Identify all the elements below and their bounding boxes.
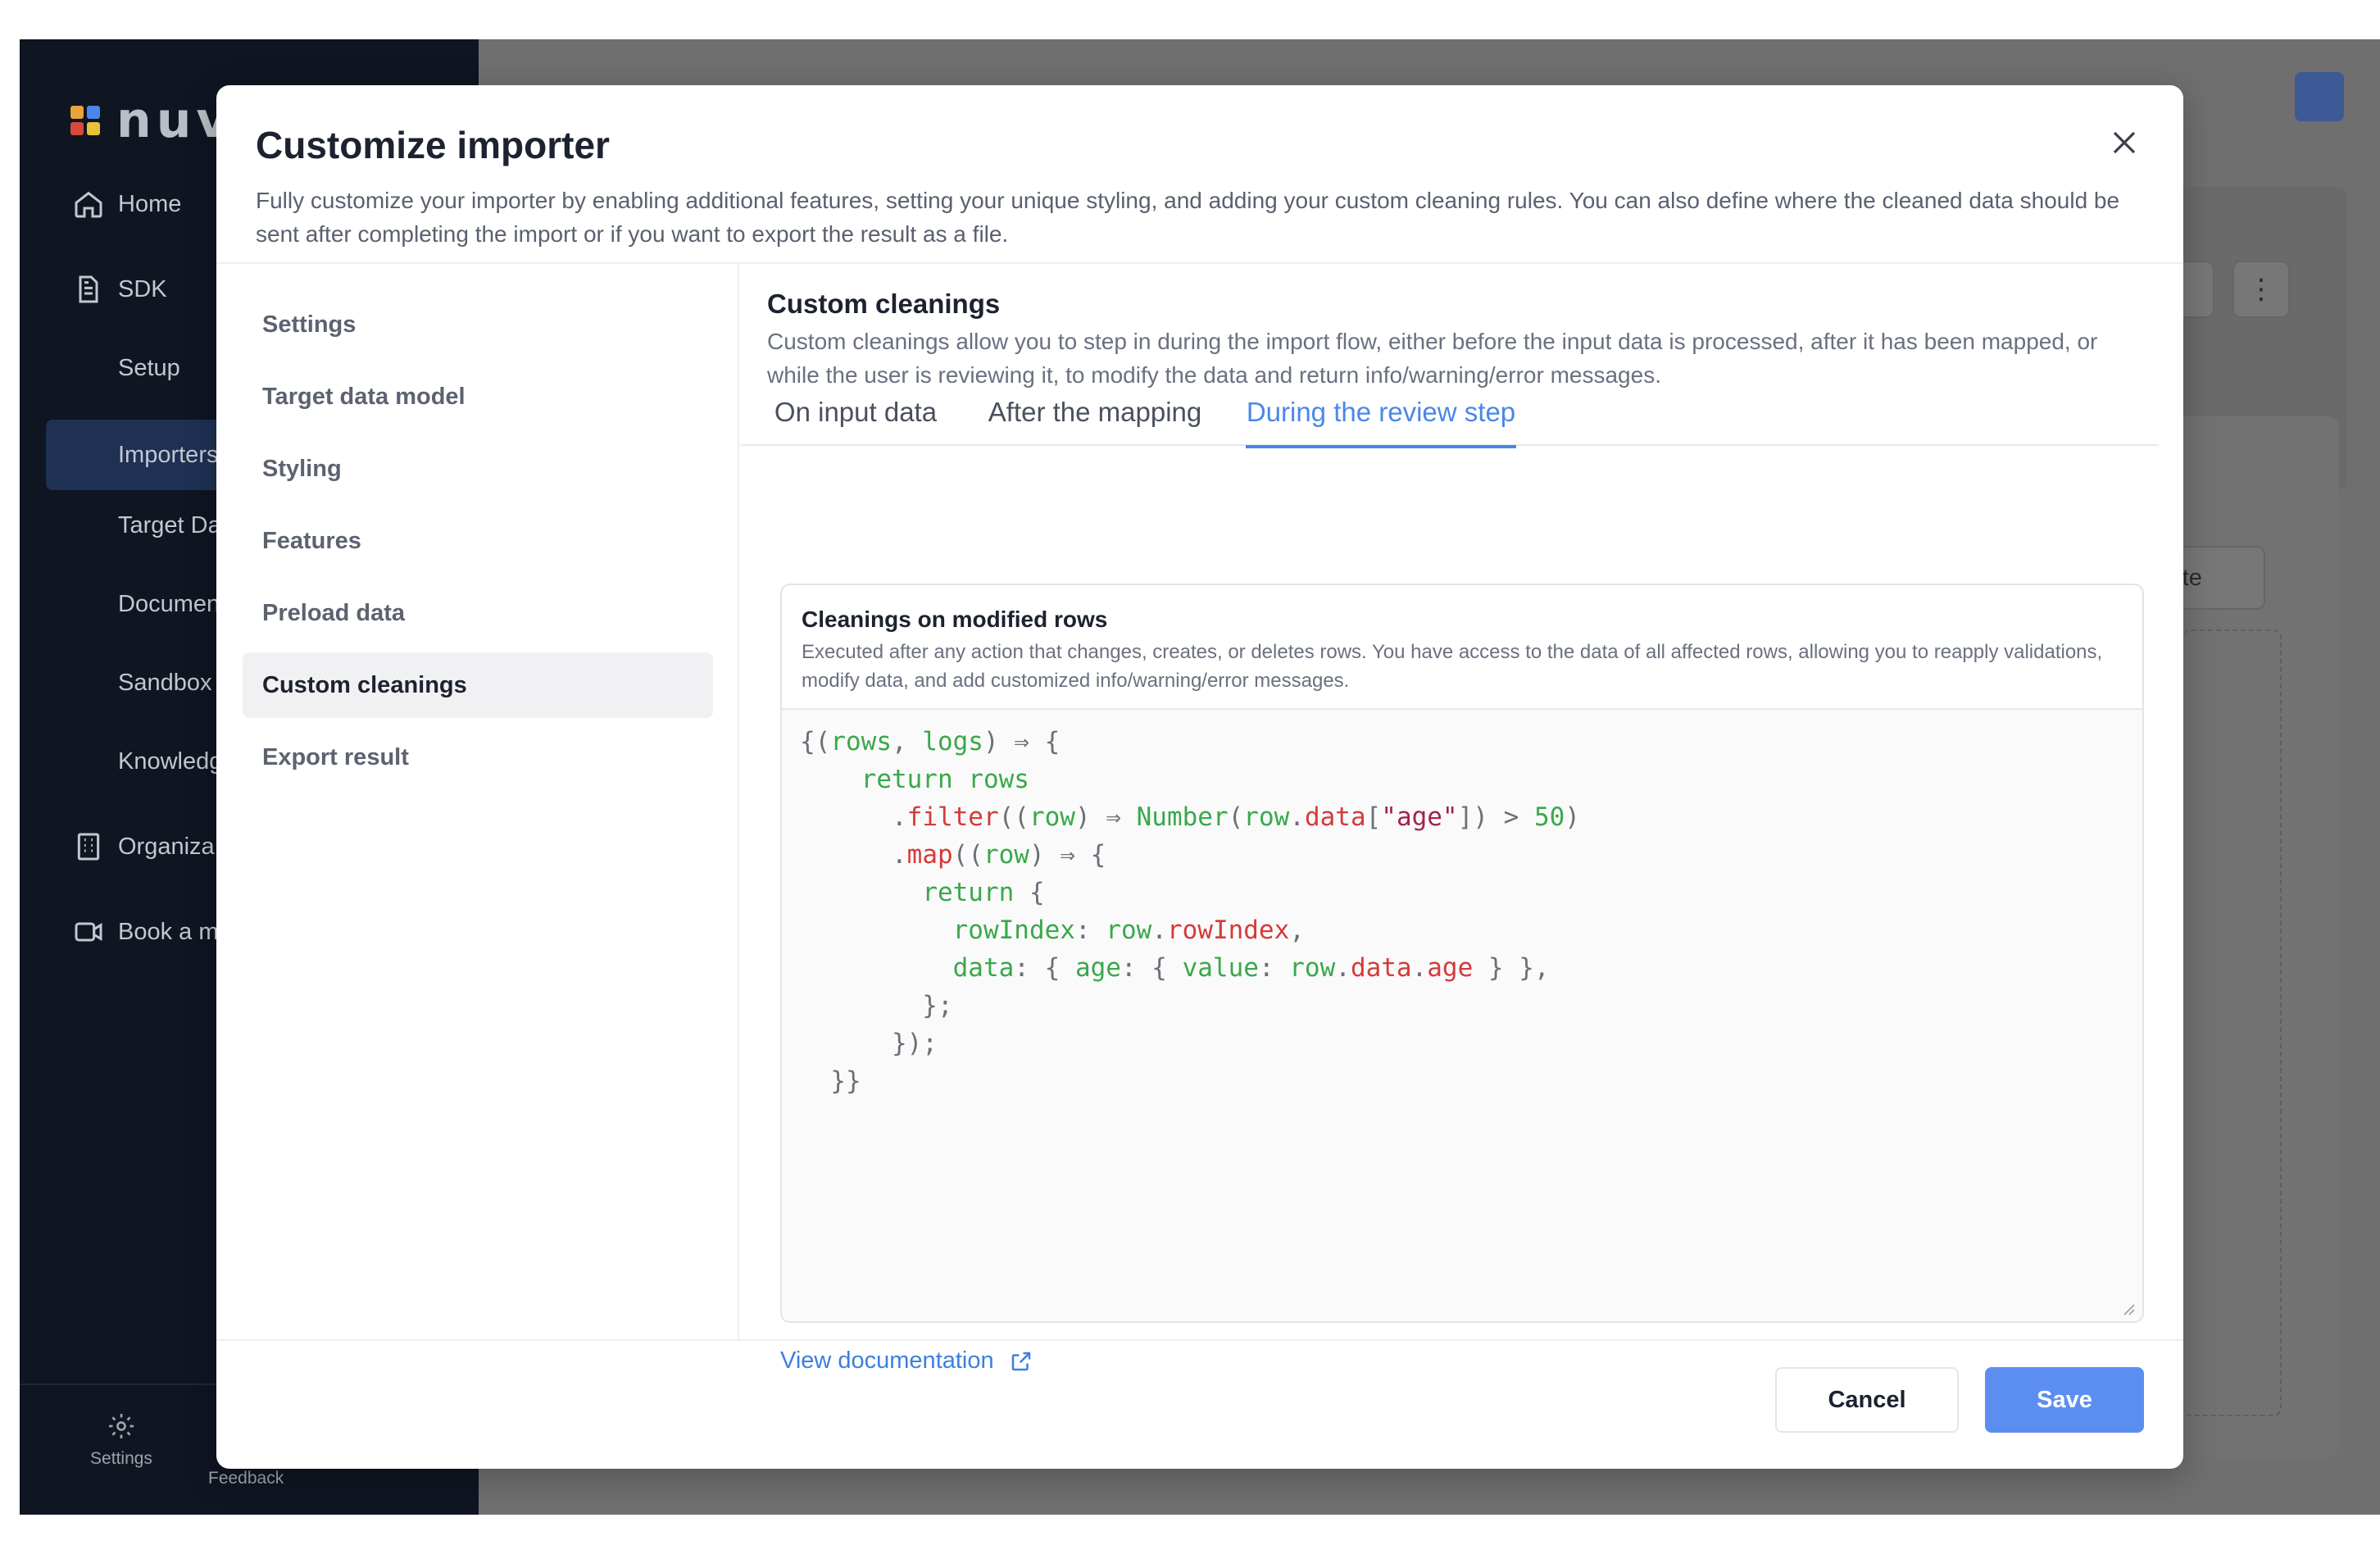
tab-during-the-review-step[interactable]: During the review step xyxy=(1246,392,1516,448)
feedback-button[interactable]: Feedback xyxy=(208,1469,284,1488)
building-icon xyxy=(77,833,100,861)
code-line: {(rows, logs) ⇒ { xyxy=(800,727,1061,757)
resize-handle-icon[interactable] xyxy=(2119,1300,2136,1316)
code-line: data: { age: { value: row.data.age } }, xyxy=(952,953,1550,983)
modal-description: Fully customize your importer by enablin… xyxy=(256,188,2120,247)
close-button[interactable] xyxy=(2105,123,2144,162)
cleaning-tabs: On input data After the mapping During t… xyxy=(741,392,2159,448)
settings-menu: Settings Target data model Styling Featu… xyxy=(216,264,739,1339)
sidebar-item-label: Target Da xyxy=(118,511,221,538)
code-line: .map((row) ⇒ { xyxy=(891,840,1106,870)
sidebar-item-label: Knowledg xyxy=(118,747,223,775)
sidebar-item-label: Documen xyxy=(118,590,220,617)
sidebar-item-label: Home xyxy=(118,190,182,217)
customize-importer-modal: Customize importer Fully customize your … xyxy=(216,85,2183,1469)
more-vertical-icon: ⋮ xyxy=(2247,274,2275,305)
modal-footer: Cancel Save xyxy=(216,1339,2183,1469)
sidebar-item-label: Organiza xyxy=(118,833,215,860)
background-dropzone xyxy=(2183,629,2282,1416)
gear-icon xyxy=(109,1414,134,1438)
code-editor[interactable]: {(rows, logs) ⇒ { return rows .filter((r… xyxy=(782,710,2142,1321)
section-title: Custom cleanings xyxy=(767,289,1001,319)
sidebar-item-label: SDK xyxy=(118,275,167,302)
code-line: rowIndex: row.rowIndex, xyxy=(952,916,1305,945)
menu-item-export-result[interactable]: Export result xyxy=(243,725,713,790)
close-icon xyxy=(2113,131,2136,154)
code-line: }} xyxy=(800,1066,861,1096)
save-button[interactable]: Save xyxy=(1985,1367,2144,1433)
modal-title: Customize importer xyxy=(256,124,610,166)
sidebar-item-label: Sandbox xyxy=(118,669,212,696)
card-description: Executed after any action that changes, … xyxy=(802,641,2103,692)
menu-item-target-data-model[interactable]: Target data model xyxy=(243,364,713,429)
settings-button[interactable]: Settings xyxy=(64,1411,179,1469)
menu-item-preload-data[interactable]: Preload data xyxy=(243,580,713,646)
code-line: .filter((row) ⇒ Number(row.data["age"]) … xyxy=(891,802,1580,832)
video-icon xyxy=(75,922,102,942)
section-description: Custom cleanings allow you to step in du… xyxy=(767,329,2098,388)
menu-item-styling[interactable]: Styling xyxy=(243,436,713,502)
cancel-button[interactable]: Cancel xyxy=(1775,1367,1959,1433)
logo-mark xyxy=(70,106,100,135)
logo: nuv xyxy=(70,92,234,149)
code-line: return rows xyxy=(861,765,1029,794)
code-line: return { xyxy=(922,878,1045,907)
avatar[interactable] xyxy=(2295,72,2344,121)
code-line: }; xyxy=(800,991,953,1020)
tab-on-input-data[interactable]: On input data xyxy=(767,392,944,446)
sidebar-item-label: Setup xyxy=(118,354,180,381)
sidebar-item-label: Book a m xyxy=(118,918,219,945)
card-title: Cleanings on modified rows xyxy=(802,607,1108,632)
more-options-button[interactable]: ⋮ xyxy=(2232,261,2290,318)
document-icon xyxy=(79,275,98,303)
code-line: }); xyxy=(800,1029,938,1058)
code-block: {(rows, logs) ⇒ { return rows .filter((r… xyxy=(800,723,1580,1100)
sidebar-item-label: Importers xyxy=(118,441,219,468)
custom-cleanings-panel: Custom cleanings Custom cleanings allow … xyxy=(741,264,2183,1374)
menu-item-custom-cleanings[interactable]: Custom cleanings xyxy=(243,652,713,718)
tab-after-the-mapping[interactable]: After the mapping xyxy=(983,392,1206,446)
settings-label: Settings xyxy=(90,1449,152,1468)
menu-item-settings[interactable]: Settings xyxy=(243,292,713,357)
home-icon xyxy=(75,191,102,218)
cleaning-card: Cleanings on modified rows Executed afte… xyxy=(780,584,2144,1323)
menu-item-features[interactable]: Features xyxy=(243,508,713,574)
